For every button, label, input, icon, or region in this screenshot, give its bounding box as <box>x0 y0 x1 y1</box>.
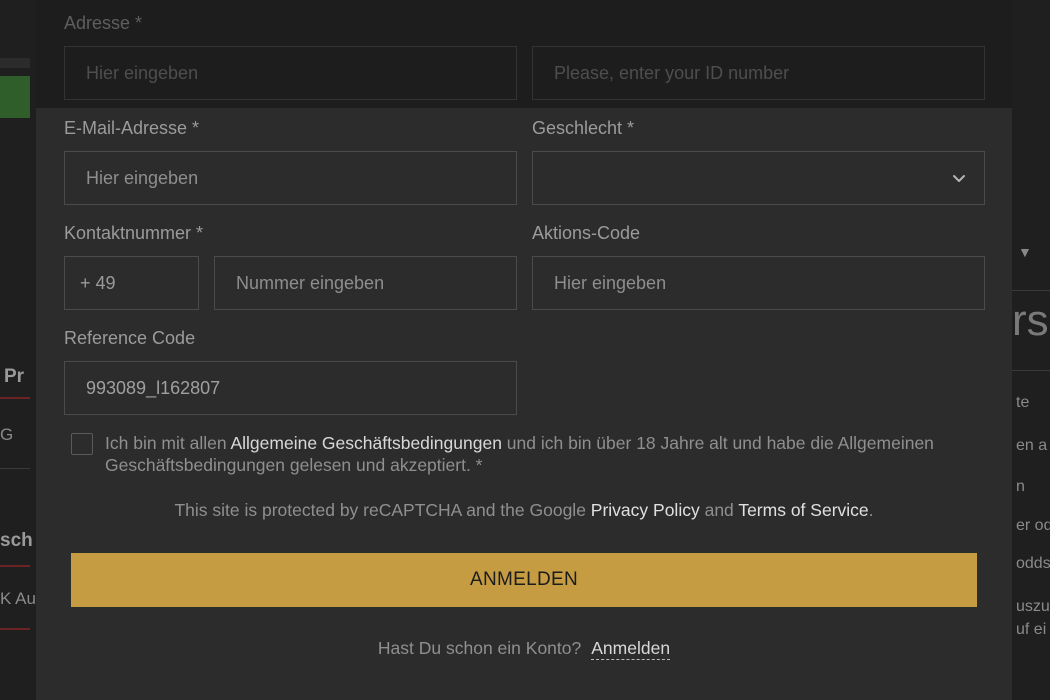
reference-code-label: Reference Code <box>64 328 196 348</box>
background-fragment-pr: Pr <box>4 366 25 387</box>
background-red-line-2 <box>0 565 30 567</box>
background-right-line-5: odds <box>1016 555 1050 572</box>
phone-country-code[interactable]: + 49 <box>64 256 199 310</box>
phone-label: Kontaktnummer * <box>64 223 204 243</box>
gender-label: Geschlecht * <box>532 118 635 138</box>
recaptcha-notice: This site is protected by reCAPTCHA and … <box>36 500 1012 521</box>
recaptcha-text: This site is protected by reCAPTCHA and … <box>174 500 591 520</box>
chevron-down-icon <box>953 175 965 182</box>
gender-select[interactable] <box>532 151 985 205</box>
background-right-strip <box>1012 0 1050 700</box>
login-link[interactable]: Anmelden <box>591 638 671 660</box>
login-prompt: Hast Du schon ein Konto? Anmelden <box>36 638 1012 660</box>
terms-checkbox[interactable] <box>71 433 93 455</box>
background-red-line <box>0 397 30 399</box>
terms-text-before: Ich bin mit allen <box>105 433 231 453</box>
address-label: Adresse * <box>64 13 143 33</box>
recaptcha-and: and <box>699 500 739 520</box>
background-caret-icon: ▼ <box>1018 244 1032 260</box>
id-number-input[interactable]: Please, enter your ID number <box>532 46 985 100</box>
background-right-line-2: en a <box>1016 437 1048 454</box>
email-label: E-Mail-Adresse * <box>64 118 200 138</box>
background-fragment-rs: rs <box>1012 296 1049 345</box>
recaptcha-period: . <box>868 500 874 520</box>
register-button[interactable]: ANMELDEN <box>71 553 977 607</box>
background-right-line-4: er od <box>1016 517 1050 534</box>
reference-code-input[interactable]: 993089_l162807 <box>64 361 517 415</box>
email-input[interactable]: Hier eingeben <box>64 151 517 205</box>
background-fragment-sch: sch <box>0 530 33 551</box>
background-fragment-k-au: K Au <box>0 589 36 608</box>
phone-number-input[interactable]: Nummer eingeben <box>214 256 517 310</box>
background-right-line-3: n <box>1016 478 1025 495</box>
background-right-divider-2 <box>1012 370 1050 371</box>
terms-of-service-link[interactable]: Terms of Service <box>738 500 868 520</box>
terms-text: Ich bin mit allen Allgemeine Geschäftsbe… <box>105 432 985 476</box>
promo-code-label: Aktions-Code <box>532 223 641 243</box>
background-right-divider <box>1012 290 1050 291</box>
background-green-button <box>0 76 30 118</box>
background-divider <box>0 468 30 469</box>
address-input[interactable]: Hier eingeben <box>64 46 517 100</box>
terms-link[interactable]: Allgemeine Geschäftsbedingungen <box>230 433 501 453</box>
promo-code-input[interactable]: Hier eingeben <box>532 256 985 310</box>
background-green-top <box>0 58 30 68</box>
background-fragment-g: G <box>0 425 14 444</box>
background-red-line-3 <box>0 628 30 630</box>
login-question: Hast Du schon ein Konto? <box>377 638 582 658</box>
background-right-line-1: te <box>1016 394 1030 411</box>
background-right-line-6: uszu <box>1016 598 1050 615</box>
screen: Pr G sch K Au ▼ rs te en a n er od odds … <box>0 0 1050 700</box>
background-right-line-7: uf ei <box>1016 621 1047 638</box>
privacy-policy-link[interactable]: Privacy Policy <box>591 500 700 520</box>
